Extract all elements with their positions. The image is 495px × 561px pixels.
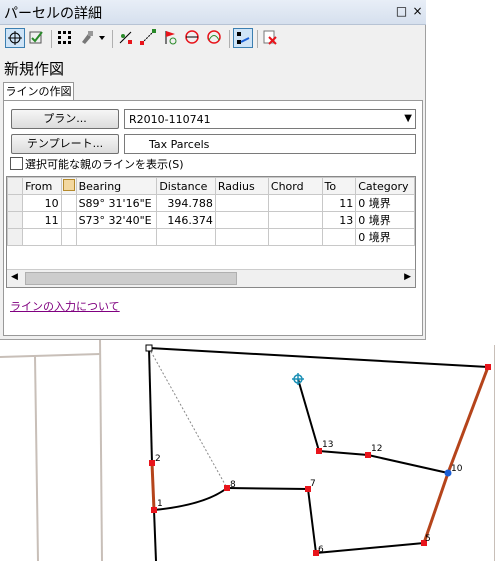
cell-bearing[interactable]: S89° 31'16"E — [75, 194, 158, 212]
cell-chord[interactable] — [267, 211, 323, 229]
cell-to[interactable]: 13 — [321, 211, 357, 229]
cell-radius[interactable] — [214, 228, 269, 246]
restore-icon[interactable]: □ — [395, 5, 408, 18]
help-link[interactable]: ラインの入力について — [10, 298, 120, 314]
crosshair-icon — [292, 373, 304, 385]
line-tool-icon[interactable] — [139, 28, 159, 48]
show-parent-lines-label: 選択可能な親のラインを表示(S) — [25, 158, 184, 171]
col-from[interactable]: From — [22, 177, 62, 195]
plan-select[interactable]: R2010-110741 ▼ — [124, 109, 416, 129]
parcel-details-window: パーセルの詳細 □ × 新規作図 ラインの作図 プラン... R2010-110… — [0, 0, 426, 340]
close-icon[interactable]: × — [411, 5, 424, 18]
template-button[interactable]: テンプレート... — [11, 134, 119, 154]
cell-bearing[interactable] — [75, 228, 158, 246]
flag-tool-icon[interactable] — [161, 28, 181, 48]
row-header[interactable] — [7, 194, 24, 212]
table-header-row: From Bearing Distance Radius Chord To Ca… — [7, 177, 415, 195]
circle-tool-icon[interactable] — [183, 28, 203, 48]
cell-chord[interactable] — [267, 228, 323, 246]
curve-tool-icon[interactable] — [205, 28, 225, 48]
calculator-icon[interactable] — [62, 178, 75, 191]
highlighted-lines — [150, 366, 490, 544]
cell-category[interactable]: 0 境界 — [355, 194, 415, 212]
row-header[interactable] — [7, 228, 24, 246]
table-row[interactable]: 10 S89° 31'16"E 394.788 11 0 境界 — [7, 194, 415, 212]
cell-distance[interactable] — [156, 228, 216, 246]
col-chord[interactable]: Chord — [267, 177, 323, 195]
scroll-right-icon[interactable]: ▶ — [404, 272, 411, 282]
cell-calc[interactable] — [60, 228, 77, 246]
delete-tool-icon[interactable] — [261, 28, 281, 48]
col-bearing[interactable]: Bearing — [75, 177, 158, 195]
cell-distance[interactable]: 394.788 — [156, 194, 216, 212]
table-row[interactable]: 0 境界 — [7, 228, 415, 246]
point-start[interactable] — [145, 344, 153, 352]
tab-line-construction[interactable]: ラインの作図 — [3, 82, 74, 101]
label-p13: 13 — [322, 440, 333, 450]
window-title: パーセルの詳細 — [4, 6, 102, 22]
label-p5: 5 — [425, 534, 431, 544]
col-distance[interactable]: Distance — [156, 177, 216, 195]
label-p6: 6 — [318, 545, 324, 555]
chevron-down-icon[interactable]: ▼ — [404, 113, 412, 124]
label-p10: 10 — [451, 464, 463, 474]
title-bar[interactable]: パーセルの詳細 □ × — [0, 0, 426, 25]
scroll-left-icon[interactable]: ◀ — [11, 272, 18, 282]
grid-points-icon[interactable] — [55, 28, 75, 48]
section-heading: 新規作図 — [4, 60, 65, 78]
target-tool-icon[interactable] — [5, 28, 25, 48]
cell-to[interactable] — [321, 228, 357, 246]
cell-radius[interactable] — [214, 211, 269, 229]
label-p7: 7 — [310, 479, 316, 489]
tools-dropdown-icon[interactable] — [78, 28, 108, 48]
plan-button[interactable]: プラン... — [11, 109, 119, 129]
template-value: Tax Parcels — [149, 138, 210, 151]
point-corner[interactable] — [485, 364, 491, 370]
cell-chord[interactable] — [267, 194, 323, 212]
check-edit-icon[interactable] — [27, 28, 47, 48]
cell-from[interactable] — [22, 228, 62, 246]
cell-calc[interactable] — [60, 211, 77, 229]
cell-from[interactable]: 10 — [22, 194, 62, 212]
parcel-lines — [148, 347, 489, 561]
scrollbar-thumb[interactable] — [25, 272, 237, 285]
cell-distance[interactable]: 146.374 — [156, 211, 216, 229]
label-p8: 8 — [230, 480, 236, 490]
row-header[interactable] — [7, 211, 24, 229]
background-parcels — [0, 337, 495, 561]
col-to[interactable]: To — [321, 177, 357, 195]
col-radius[interactable]: Radius — [214, 177, 269, 195]
line-table: From Bearing Distance Radius Chord To Ca… — [7, 177, 415, 246]
col-category[interactable]: Category — [355, 177, 415, 195]
template-field[interactable]: Tax Parcels — [124, 134, 416, 154]
toolbar — [0, 26, 426, 52]
horizontal-scrollbar[interactable]: ◀ ▶ — [7, 269, 415, 287]
col-calc[interactable] — [60, 177, 77, 195]
show-parent-lines-checkbox[interactable] — [10, 157, 23, 170]
join-points-icon[interactable] — [233, 28, 253, 48]
cell-radius[interactable] — [214, 194, 269, 212]
row-header-corner — [7, 177, 24, 195]
cell-calc[interactable] — [60, 194, 77, 212]
cell-category[interactable]: 0 境界 — [355, 228, 415, 246]
table-row[interactable]: 11 S73° 32'40"E 146.374 13 0 境界 — [7, 211, 415, 229]
label-p2: 2 — [155, 454, 161, 464]
cell-bearing[interactable]: S73° 32'40"E — [75, 211, 158, 229]
cell-category[interactable]: 0 境界 — [355, 211, 415, 229]
cell-to[interactable]: 11 — [321, 194, 357, 212]
line-grid[interactable]: From Bearing Distance Radius Chord To Ca… — [6, 176, 416, 288]
plan-value: R2010-110741 — [129, 113, 211, 126]
label-p1: 1 — [157, 499, 163, 509]
construction-line — [148, 347, 228, 489]
parcel-points — [149, 364, 491, 556]
add-point-icon[interactable] — [117, 28, 137, 48]
label-p12: 12 — [371, 444, 382, 454]
cell-from[interactable]: 11 — [22, 211, 62, 229]
